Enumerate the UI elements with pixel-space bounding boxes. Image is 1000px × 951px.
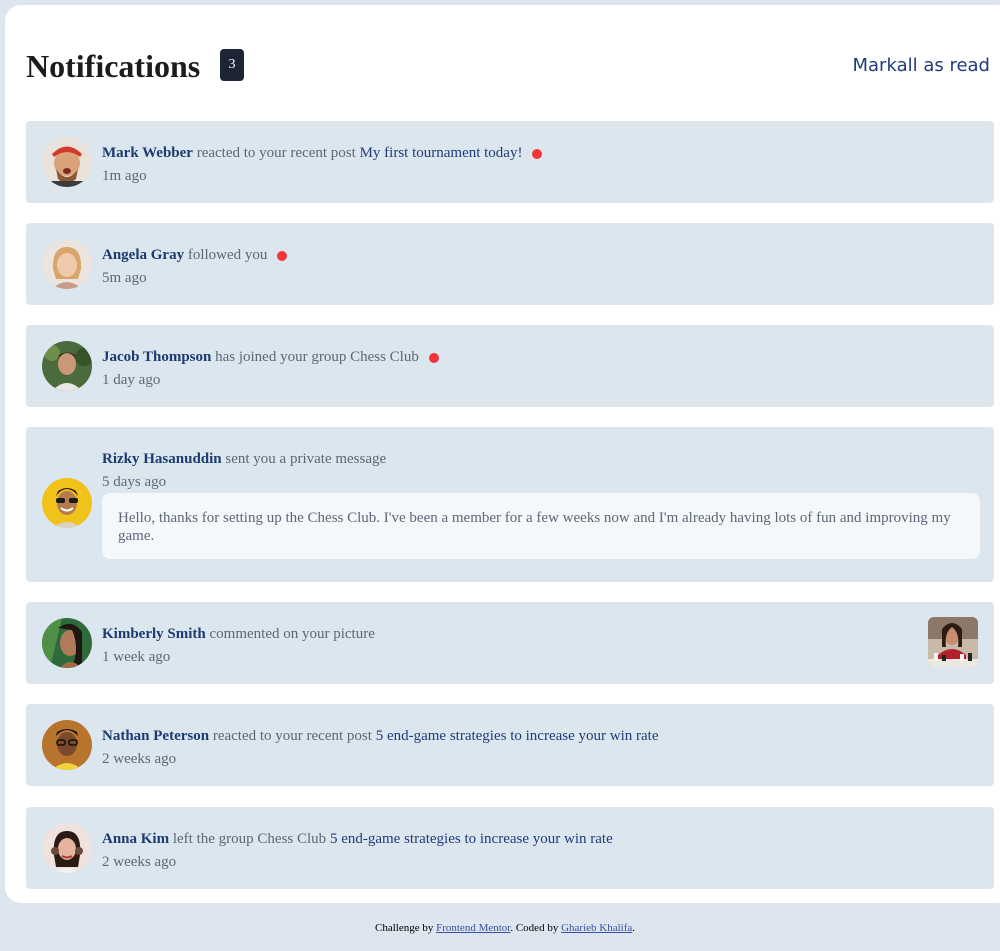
notification-item[interactable]: Mark Webber reacted to your recent post … <box>26 121 994 203</box>
unread-dot-icon <box>277 250 288 261</box>
commented-picture-thumbnail[interactable] <box>928 617 978 667</box>
notification-text: Jacob Thompson has joined your group Che… <box>102 347 978 367</box>
notification-time: 2 weeks ago <box>102 854 177 870</box>
avatar-rizky-hasanuddin-icon <box>42 478 92 528</box>
notification-content: Anna Kim left the group Chess Club 5 end… <box>102 829 978 872</box>
notification-text: Nathan Peterson reacted to your recent p… <box>102 726 978 746</box>
frontend-mentor-link[interactable]: Frontend Mentor <box>436 922 510 934</box>
avatar-mark-webber-icon <box>42 137 92 187</box>
mark-all-read-button[interactable]: Markall as read <box>853 55 991 76</box>
page-title: Notifications <box>26 48 201 84</box>
notifications-card: Notifications 3 Markall as read Mark Web… <box>5 5 1000 903</box>
notification-time: 1m ago <box>102 168 147 184</box>
post-link[interactable]: 5 end-game strategies to increase your w… <box>330 831 613 847</box>
footer-prefix: Challenge by <box>374 922 434 934</box>
notification-time: 5 days ago <box>102 474 167 490</box>
notification-action: sent you a private message <box>225 451 387 467</box>
footer-suffix: . <box>632 922 635 934</box>
avatar[interactable] <box>42 239 92 289</box>
notification-action: reacted to your recent post <box>212 728 372 744</box>
notification-item[interactable]: Rizky Hasanuddin sent you a private mess… <box>26 427 994 582</box>
notification-item[interactable]: Jacob Thompson has joined your group Che… <box>26 325 994 407</box>
avatar[interactable] <box>42 823 92 873</box>
notification-text: Kimberly Smith commented on your picture <box>102 624 978 644</box>
notification-text: Angela Gray followed you <box>102 245 978 265</box>
avatar-angela-gray-icon <box>42 239 92 289</box>
unread-count-badge: 3 <box>220 49 244 81</box>
unread-dot-icon <box>428 352 439 363</box>
avatar[interactable] <box>42 137 92 187</box>
avatar[interactable] <box>42 478 92 528</box>
notification-action: commented on your picture <box>209 626 375 642</box>
notification-time: 1 week ago <box>102 649 171 665</box>
notification-content: Rizky Hasanuddin sent you a private mess… <box>102 449 978 492</box>
notification-time: 5m ago <box>102 270 147 286</box>
attribution-footer: Challenge by Frontend Mentor. Coded by G… <box>0 922 1000 934</box>
avatar[interactable] <box>42 618 92 668</box>
chess-picture-icon <box>928 617 978 667</box>
notification-action: reacted to your recent post <box>196 145 356 161</box>
notification-item[interactable]: Kimberly Smith commented on your picture… <box>26 602 994 684</box>
private-message[interactable]: Hello, thanks for setting up the Chess C… <box>102 493 980 559</box>
user-name[interactable]: Anna Kim <box>102 831 169 847</box>
avatar[interactable] <box>42 341 92 391</box>
notification-action: has joined your group Chess Club <box>215 349 419 365</box>
avatar-kimberly-smith-icon <box>42 618 92 668</box>
notification-content: Mark Webber reacted to your recent post … <box>102 143 978 186</box>
notification-text: Anna Kim left the group Chess Club 5 end… <box>102 829 978 849</box>
notification-text: Mark Webber reacted to your recent post … <box>102 143 978 163</box>
author-link[interactable]: Gharieb Khalifa <box>561 922 632 934</box>
notification-time: 1 day ago <box>102 372 161 388</box>
user-name[interactable]: Jacob Thompson <box>102 349 211 365</box>
avatar[interactable] <box>42 720 92 770</box>
notification-action: followed you <box>187 247 268 263</box>
user-name[interactable]: Rizky Hasanuddin <box>102 451 222 467</box>
notification-item[interactable]: Angela Gray followed you 5m ago <box>26 223 994 305</box>
notification-content: Kimberly Smith commented on your picture… <box>102 624 978 667</box>
user-name[interactable]: Kimberly Smith <box>102 626 206 642</box>
notification-time: 2 weeks ago <box>102 751 177 767</box>
user-name[interactable]: Angela Gray <box>102 247 184 263</box>
avatar-nathan-peterson-icon <box>42 720 92 770</box>
notification-content: Nathan Peterson reacted to your recent p… <box>102 726 978 769</box>
notification-content: Jacob Thompson has joined your group Che… <box>102 347 978 390</box>
user-name[interactable]: Nathan Peterson <box>102 728 209 744</box>
post-link[interactable]: 5 end-game strategies to increase your w… <box>376 728 659 744</box>
footer-middle: . Coded by <box>510 922 559 934</box>
notification-action: left the group Chess Club <box>172 831 327 847</box>
notification-content: Angela Gray followed you 5m ago <box>102 245 978 288</box>
post-link[interactable]: My first tournament today! <box>360 145 523 161</box>
avatar-jacob-thompson-icon <box>42 341 92 391</box>
notifications-header: Notifications 3 Markall as read <box>26 43 994 91</box>
notification-item[interactable]: Nathan Peterson reacted to your recent p… <box>26 704 994 786</box>
notification-text: Rizky Hasanuddin sent you a private mess… <box>102 449 978 469</box>
unread-dot-icon <box>532 148 543 159</box>
notification-item[interactable]: Anna Kim left the group Chess Club 5 end… <box>26 807 994 889</box>
user-name[interactable]: Mark Webber <box>102 145 193 161</box>
avatar-anna-kim-icon <box>42 823 92 873</box>
